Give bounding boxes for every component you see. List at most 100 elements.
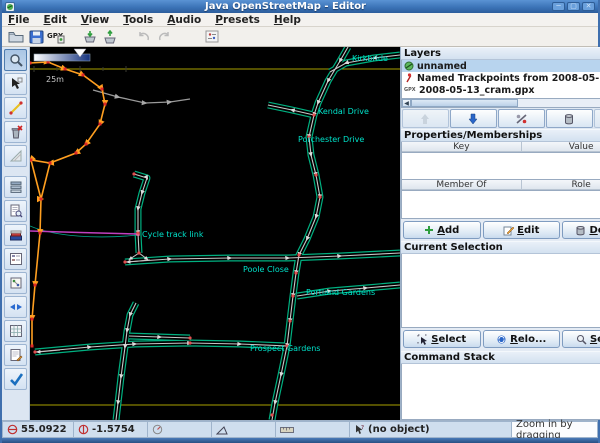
map-canvas[interactable]: Kirkbride Kendal Drive Porchester Drive … [30, 47, 400, 420]
street-label: Kendal Drive [318, 107, 369, 116]
scroll-left-arrow[interactable]: ◀ [402, 99, 411, 107]
edit-pencil-icon [503, 226, 515, 235]
open-button[interactable] [6, 28, 26, 46]
layer-name: Named Trackpoints from 2008-05-13_cr [417, 72, 600, 84]
menu-help[interactable]: Help [274, 14, 301, 26]
undo-button[interactable] [134, 28, 154, 46]
object-value: (no object) [368, 424, 430, 435]
delete-tool-button[interactable] [4, 121, 27, 143]
properties-table-header: Key Value [401, 142, 600, 153]
edit-button[interactable]: Edit [482, 221, 561, 239]
side-panel: Layers unnamed Named Trackpoints from 20… [400, 47, 600, 420]
selection-toggle-button[interactable] [4, 248, 27, 270]
properties-table-body[interactable] [401, 153, 600, 180]
properties-toggle-button[interactable] [4, 200, 27, 222]
angle-field [212, 421, 276, 438]
zoom-icon [9, 54, 23, 67]
key-column-header[interactable]: Key [402, 142, 522, 152]
app-icon [5, 1, 15, 12]
selection-list-body[interactable] [401, 254, 600, 328]
download-area-boundary [30, 68, 400, 406]
layer-delete-button[interactable] [545, 109, 593, 128]
menu-tools[interactable]: Tools [123, 14, 153, 26]
layer-merge-button[interactable] [593, 109, 600, 128]
menu-file[interactable]: File [8, 14, 30, 26]
layer-row-unnamed[interactable]: unnamed [402, 60, 600, 72]
window-title: Java OpenStreetMap - Editor [204, 1, 366, 12]
osm-data-layer-icon [404, 61, 414, 71]
layer-move-down-button[interactable] [449, 109, 497, 128]
layer-move-up-button[interactable] [402, 109, 449, 128]
menu-edit[interactable]: Edit [44, 14, 67, 26]
reload-button[interactable]: Relo... [482, 330, 561, 348]
properties-panel-header: Properties/Memberships [401, 129, 600, 142]
value-column-header[interactable]: Value [521, 142, 600, 152]
role-column-header[interactable]: Role [521, 180, 600, 190]
measure-tool-button[interactable] [4, 145, 27, 167]
street-label: Portland Gardens [306, 288, 375, 297]
book-icon [9, 230, 22, 241]
street-labels: Kirkbride Kendal Drive Porchester Drive … [142, 54, 388, 353]
book-toggle-button[interactable] [4, 224, 27, 246]
select-button[interactable]: Select [403, 330, 481, 348]
member-of-column-header[interactable]: Member Of [402, 180, 522, 190]
close-button[interactable]: ✕ [582, 2, 595, 11]
preferences-button[interactable] [202, 28, 222, 46]
add-button[interactable]: Add [403, 221, 481, 239]
selection-buttons: Select Relo... Sear... [401, 328, 600, 351]
latitude-value: 55.0922 [21, 424, 67, 435]
layer-row-trackpoints[interactable]: Named Trackpoints from 2008-05-13_cr [402, 72, 600, 84]
maximize-button[interactable]: ▢ [567, 2, 580, 11]
title-bar[interactable]: Java OpenStreetMap - Editor ─ ▢ ✕ [2, 0, 598, 13]
layer-show-hide-button[interactable] [497, 109, 545, 128]
layers-panel-title: Layers [404, 48, 441, 59]
command-stack-icon [9, 325, 22, 337]
search-button[interactable]: Sear... [562, 330, 600, 348]
export-gpx-button[interactable]: GPX [46, 28, 66, 46]
delete-cylinder-icon [565, 113, 574, 124]
angle-icon [216, 425, 228, 434]
layer-list-hscrollbar[interactable]: ◀ ▶ [401, 99, 600, 108]
svg-text:?: ? [361, 425, 364, 431]
open-folder-icon [8, 31, 24, 42]
menu-bar: File Edit View Tools Audio Presets Help [2, 13, 598, 27]
save-floppy-icon [29, 30, 43, 43]
delete-button[interactable]: Dele... [562, 221, 600, 239]
download-button[interactable] [80, 28, 100, 46]
minimize-button[interactable]: ─ [552, 2, 565, 11]
main-toolbar: GPX [2, 27, 598, 47]
menu-audio[interactable]: Audio [167, 14, 201, 26]
street-label: Porchester Drive [298, 135, 364, 144]
object-pointer-icon: ? [356, 425, 364, 434]
checkmark-icon [9, 373, 23, 386]
relations-toggle-button[interactable] [4, 272, 27, 294]
conflicts-toggle-button[interactable] [4, 296, 27, 318]
layer-row-gpx[interactable]: GPX 2008-05-13_cram.gpx [402, 84, 600, 96]
commandstack-toggle-button[interactable] [4, 320, 27, 342]
notes-toggle-button[interactable] [4, 344, 27, 366]
layer-list: unnamed Named Trackpoints from 2008-05-1… [401, 60, 600, 99]
preferences-icon [205, 30, 219, 43]
commandstack-body[interactable] [401, 364, 600, 420]
properties-panel-title: Properties/Memberships [404, 130, 543, 141]
upload-button[interactable] [100, 28, 120, 46]
draw-tool-button[interactable] [4, 97, 27, 119]
down-arrow-icon [468, 113, 478, 124]
membership-table-header: Member Of Role [401, 180, 600, 191]
reload-icon [497, 335, 506, 343]
layer-name: 2008-05-13_cram.gpx [419, 84, 535, 96]
validator-toggle-button[interactable] [4, 368, 27, 390]
zoom-slider[interactable] [33, 48, 91, 62]
layer-row-partial[interactable] [402, 96, 600, 98]
layers-toggle-button[interactable] [4, 176, 27, 198]
menu-presets[interactable]: Presets [215, 14, 260, 26]
redo-button[interactable] [154, 28, 174, 46]
move-tool-button[interactable] [4, 73, 27, 95]
menu-view[interactable]: View [81, 14, 109, 26]
zoom-tool-button[interactable] [4, 49, 27, 71]
layers-panel-header: Layers [401, 47, 600, 60]
save-button[interactable] [26, 28, 46, 46]
membership-table-body[interactable] [401, 191, 600, 219]
select-cursor-icon [417, 334, 428, 345]
street-label: Kirkbride [352, 54, 388, 63]
